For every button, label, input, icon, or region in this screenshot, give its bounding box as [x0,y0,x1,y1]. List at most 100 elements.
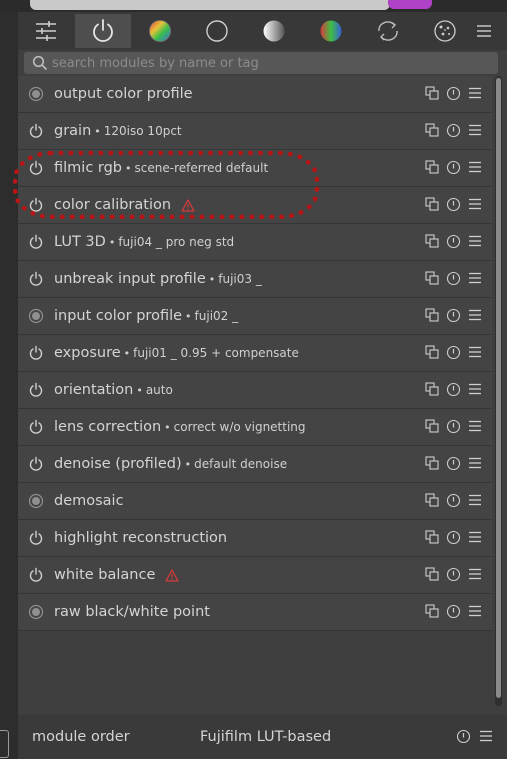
module-row[interactable]: filmic rgb • scene-referred default [18,150,492,187]
presets-menu-icon[interactable] [468,493,482,508]
tab-color[interactable] [132,14,188,48]
scrollbar-thumb[interactable] [496,78,501,698]
warning-icon[interactable] [165,568,180,582]
reset-icon[interactable] [446,493,461,508]
module-name[interactable]: filmic rgb • scene-referred default [54,150,268,186]
module-name[interactable]: demosaic [54,483,124,519]
module-name[interactable]: orientation • auto [54,372,173,408]
presets-menu-icon[interactable] [468,86,482,101]
module-row[interactable]: orientation • auto [18,372,492,409]
module-row[interactable]: raw black/white point [18,594,492,631]
search-input[interactable] [52,53,492,73]
module-name[interactable]: exposure • fuji01 _ 0.95 + compensate [54,335,299,371]
reset-icon[interactable] [446,604,461,619]
presets-menu-icon[interactable] [468,456,482,471]
presets-menu-icon[interactable] [468,308,482,323]
tab-quick-access[interactable] [18,14,74,48]
multi-instance-icon[interactable] [425,567,439,582]
tab-tone[interactable] [246,14,302,48]
module-name[interactable]: color calibration [54,187,195,223]
reset-icon[interactable] [446,123,461,138]
presets-menu-icon[interactable] [468,345,482,360]
module-row[interactable]: denoise (profiled) • default denoise [18,446,492,483]
power-icon[interactable] [28,382,44,398]
module-name[interactable]: denoise (profiled) • default denoise [54,446,287,482]
module-row[interactable]: white balance [18,557,492,594]
multi-instance-icon[interactable] [425,160,439,175]
module-row[interactable]: exposure • fuji01 _ 0.95 + compensate [18,335,492,372]
module-row[interactable]: input color profile • fuji02 _ [18,298,492,335]
presets-menu-icon[interactable] [468,234,482,249]
module-list-scrollbar[interactable] [495,76,502,706]
presets-menu-icon[interactable] [468,530,482,545]
multi-instance-icon[interactable] [425,86,439,101]
reset-icon[interactable] [446,567,461,582]
presets-menu-icon[interactable] [468,197,482,212]
tab-presets-menu[interactable] [464,14,504,48]
multi-instance-icon[interactable] [425,456,439,471]
module-name[interactable]: raw black/white point [54,594,210,630]
multi-instance-icon[interactable] [425,123,439,138]
presets-menu-icon[interactable] [468,604,482,619]
reset-icon[interactable] [446,86,461,101]
module-name[interactable]: output color profile [54,76,193,112]
reset-icon[interactable] [446,456,461,471]
reset-icon[interactable] [446,382,461,397]
power-icon[interactable] [28,419,44,435]
module-row[interactable]: highlight reconstruction [18,520,492,557]
reset-icon[interactable] [446,345,461,360]
module-name[interactable]: highlight reconstruction [54,520,227,556]
reset-icon[interactable] [446,197,461,212]
multi-instance-icon[interactable] [425,234,439,249]
reset-icon[interactable] [446,308,461,323]
multi-instance-icon[interactable] [425,604,439,619]
module-name[interactable]: input color profile • fuji02 _ [54,298,238,334]
multi-instance-icon[interactable] [425,530,439,545]
module-row[interactable]: demosaic [18,483,492,520]
multi-instance-icon[interactable] [425,493,439,508]
power-icon[interactable] [28,271,44,287]
power-icon[interactable] [28,530,44,546]
power-icon[interactable] [28,456,44,472]
module-row[interactable]: color calibration [18,187,492,224]
module-row[interactable]: lens correction • correct w/o vignetting [18,409,492,446]
multi-instance-icon[interactable] [425,382,439,397]
module-row[interactable]: LUT 3D • fuji04 _ pro neg std [18,224,492,261]
warning-icon[interactable] [181,198,195,212]
tab-grading[interactable] [303,14,359,48]
reset-icon[interactable] [456,729,471,744]
power-icon[interactable] [28,567,44,583]
multi-instance-icon[interactable] [425,419,439,434]
module-row[interactable]: grain • 120iso 10pct [18,113,492,150]
module-name[interactable]: lens correction • correct w/o vignetting [54,409,306,445]
tab-active-modules[interactable] [75,14,131,48]
tab-base[interactable] [189,14,245,48]
module-name[interactable]: LUT 3D • fuji04 _ pro neg std [54,224,234,260]
presets-menu-icon[interactable] [468,567,482,582]
tab-correct[interactable] [360,14,416,48]
multi-instance-icon[interactable] [425,345,439,360]
reset-icon[interactable] [446,160,461,175]
presets-menu-icon[interactable] [468,123,482,138]
reset-icon[interactable] [446,234,461,249]
reset-icon[interactable] [446,271,461,286]
power-icon[interactable] [28,345,44,361]
presets-menu-icon[interactable] [468,382,482,397]
power-icon[interactable] [28,234,44,250]
module-name[interactable]: grain • 120iso 10pct [54,113,182,149]
reset-icon[interactable] [446,419,461,434]
multi-instance-icon[interactable] [425,271,439,286]
power-icon[interactable] [28,197,44,213]
presets-menu-icon[interactable] [468,160,482,175]
power-icon[interactable] [28,160,44,176]
module-row[interactable]: unbreak input profile • fuji03 _ [18,261,492,298]
module-row[interactable]: output color profile [18,76,492,113]
multi-instance-icon[interactable] [425,308,439,323]
multi-instance-icon[interactable] [425,197,439,212]
module-name[interactable]: white balance [54,557,180,593]
reset-icon[interactable] [446,530,461,545]
presets-menu-icon[interactable] [468,419,482,434]
module-name[interactable]: unbreak input profile • fuji03 _ [54,261,262,297]
power-icon[interactable] [28,123,44,139]
panel-collapse-handle[interactable] [0,730,9,758]
